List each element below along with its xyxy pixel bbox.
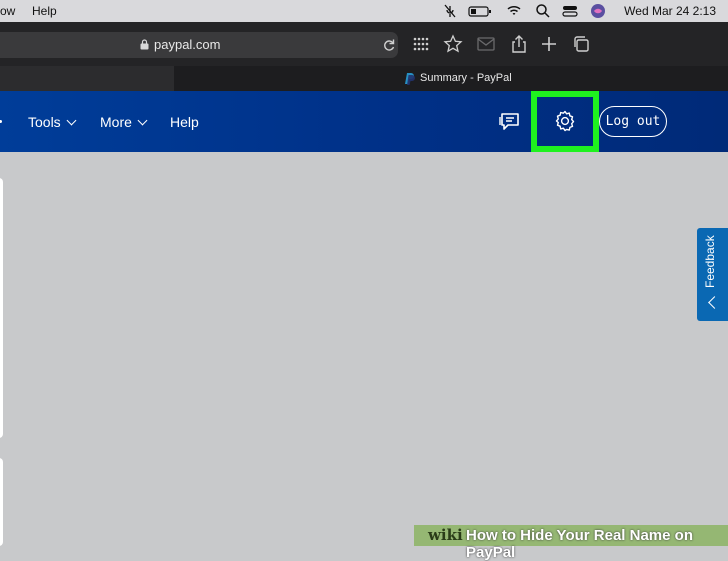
share-icon[interactable] xyxy=(508,33,530,55)
control-center-icon[interactable] xyxy=(562,3,578,19)
chevron-left-icon xyxy=(708,296,721,309)
address-bar[interactable]: paypal.com xyxy=(0,32,398,58)
nav-tools[interactable]: Tools xyxy=(28,114,77,130)
wifi-icon[interactable] xyxy=(506,3,522,19)
nav-tools-label: Tools xyxy=(28,114,61,130)
nav-more-label: More xyxy=(100,114,132,130)
menu-bar-clock[interactable]: Wed Mar 24 2:13 xyxy=(624,4,716,18)
lock-icon xyxy=(140,39,149,50)
paypal-header: Tools More Help Log out xyxy=(0,91,728,152)
feedback-tab[interactable]: Feedback xyxy=(697,228,728,321)
wikihow-watermark: wiki How to Hide Your Real Name on PayPa… xyxy=(414,525,728,561)
content-card xyxy=(0,178,3,438)
spotlight-search-icon[interactable] xyxy=(535,3,551,19)
feedback-label: Feedback xyxy=(703,235,717,288)
browser-toolbar: paypal.com xyxy=(0,22,728,66)
paypal-favicon-icon xyxy=(405,73,415,85)
mail-icon[interactable] xyxy=(475,33,497,55)
message-center-icon[interactable] xyxy=(498,110,522,132)
tab-title: Summary - PayPal xyxy=(420,72,512,84)
logout-button[interactable]: Log out xyxy=(599,106,667,137)
gear-icon xyxy=(555,110,575,132)
siri-icon[interactable] xyxy=(590,3,606,19)
menu-item-help[interactable]: Help xyxy=(32,4,57,18)
new-tab-plus-icon[interactable] xyxy=(538,33,560,55)
macos-menu-bar: ow Help Wed Mar 24 2:13 xyxy=(0,0,728,22)
chevron-down-icon xyxy=(137,115,148,126)
reload-icon[interactable] xyxy=(382,38,396,52)
grid-icon[interactable] xyxy=(410,33,432,55)
watermark-title: How to Hide Your Real Name on PayPal xyxy=(466,527,693,561)
settings-button[interactable] xyxy=(531,91,599,152)
url-text: paypal.com xyxy=(154,37,221,52)
bookmark-star-icon[interactable] xyxy=(442,33,464,55)
chevron-down-icon xyxy=(66,115,77,126)
battery-icon[interactable] xyxy=(468,3,492,19)
watermark-brand: wiki xyxy=(428,526,463,544)
nav-help[interactable]: Help xyxy=(170,114,199,130)
nav-separator xyxy=(0,120,2,123)
mic-off-icon[interactable] xyxy=(442,3,458,19)
tab-overview-icon[interactable] xyxy=(571,33,593,55)
nav-more[interactable]: More xyxy=(100,114,148,130)
tab-inactive[interactable] xyxy=(0,66,175,91)
tab-bar: Summary - PayPal xyxy=(0,66,728,91)
content-card xyxy=(0,458,3,546)
menu-item-window[interactable]: ow xyxy=(0,4,15,18)
